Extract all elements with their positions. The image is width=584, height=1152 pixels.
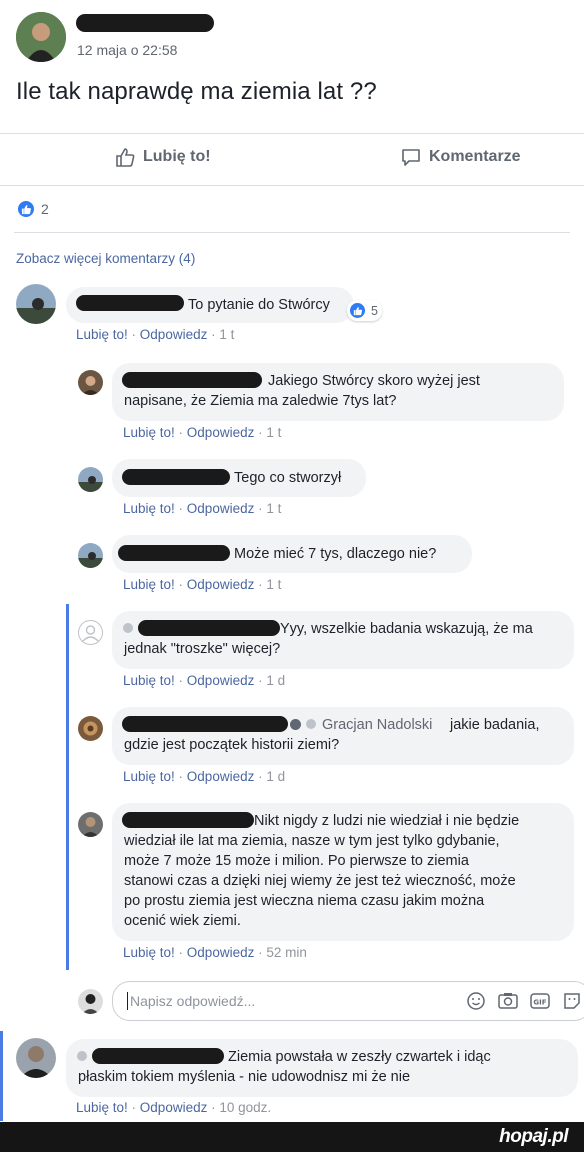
reply-time[interactable]: 1 d [266, 769, 285, 784]
post-text: Ile tak naprawdę ma ziemia lat ?? [16, 78, 377, 105]
reactions-count: 2 [41, 201, 49, 217]
reply-reply-link[interactable]: Odpowiedz [187, 769, 255, 784]
reply-actions: Lubię to! · Odpowiedz · 1 d [123, 673, 286, 688]
post-date[interactable]: 12 maja o 22:58 [77, 42, 177, 58]
reply-text: jakie badania, gdzie jest początek histo… [124, 717, 540, 753]
reply-input-placeholder: Napisz odpowiedź... [130, 993, 256, 1009]
reply-time[interactable]: 1 t [266, 577, 281, 592]
reply-reply-link[interactable]: Odpowiedz [187, 945, 255, 960]
reply-like-link[interactable]: Lubię to! [123, 945, 175, 960]
poster-name-redacted [76, 14, 214, 32]
reply-bubble: Nikt nigdy z ludzi nie wiedział i nie bę… [112, 803, 574, 941]
reactions-summary[interactable]: 2 [16, 199, 49, 219]
emoji-icon[interactable] [465, 990, 487, 1012]
post-divider-top [0, 133, 584, 134]
svg-text:GIF: GIF [533, 999, 546, 1007]
reply-like-link[interactable]: Lubię to! [123, 425, 175, 440]
reply-actions: Lubię to! · Odpowiedz · 52 min [123, 945, 307, 960]
current-user-avatar [78, 989, 103, 1014]
camera-icon[interactable] [497, 990, 519, 1012]
reply-reply-link[interactable]: Odpowiedz [187, 501, 255, 516]
comment-time[interactable]: 1 t [219, 327, 234, 342]
reply-reply-link[interactable]: Odpowiedz [187, 425, 255, 440]
comment-avatar[interactable] [16, 284, 56, 324]
comment-bubble: Ziemia powstała w zeszły czwartek i idąc… [66, 1039, 578, 1097]
thumbs-up-icon [114, 146, 136, 168]
watermark-bar: hopaj.pl [0, 1122, 584, 1152]
post-divider-actions [0, 185, 584, 186]
reply-actions: Lubię to! · Odpowiedz · 1 t [123, 501, 282, 516]
comment-text: Ziemia powstała w zeszły czwartek i idąc… [78, 1049, 491, 1085]
reply-like-link[interactable]: Lubię to! [123, 673, 175, 688]
reply-avatar[interactable] [78, 543, 103, 568]
see-more-comments-link[interactable]: Zobacz więcej komentarzy (4) [16, 251, 195, 266]
reply-text: Jakiego Stwórcy skoro wyżej jest napisan… [124, 373, 480, 409]
reply-like-link[interactable]: Lubię to! [123, 577, 175, 592]
reactions-divider [14, 232, 570, 233]
like-button[interactable]: Lubię to! [114, 146, 211, 168]
comment-actions: Lubię to! · Odpowiedz · 10 godz. [76, 1100, 272, 1115]
reply-avatar[interactable] [78, 467, 103, 492]
reply-bubble: Yyy, wszelkie badania wskazują, że ma je… [112, 611, 574, 669]
commenter-name-redacted [122, 469, 230, 485]
reply-like-link[interactable]: Lubię to! [123, 769, 175, 784]
reply-text: Yyy, wszelkie badania wskazują, że ma je… [124, 621, 533, 657]
reply-bubble: Tego co stworzył [112, 459, 366, 497]
reply-bubble: Jakiego Stwórcy skoro wyżej jest napisan… [112, 363, 564, 421]
gif-icon[interactable]: GIF [529, 990, 551, 1012]
reply-time[interactable]: 1 d [266, 673, 285, 688]
reply-time[interactable]: 1 t [266, 425, 281, 440]
new-comment-indicator [0, 1031, 3, 1121]
reply-bubble: Może mieć 7 tys, dlaczego nie? [112, 535, 472, 573]
sticker-icon[interactable] [561, 990, 583, 1012]
reply-reply-link[interactable]: Odpowiedz [187, 577, 255, 592]
comment-reaction-number: 5 [371, 303, 378, 318]
comment-reaction-count[interactable]: 5 [347, 300, 382, 321]
reply-input-tools: GIF [465, 990, 583, 1012]
reply-avatar[interactable] [78, 370, 103, 395]
reply-time[interactable]: 1 t [266, 501, 281, 516]
reply-reply-link[interactable]: Odpowiedz [187, 673, 255, 688]
text-cursor [127, 992, 128, 1010]
reply-time[interactable]: 52 min [266, 945, 307, 960]
commenter-name-redacted [76, 295, 184, 311]
reply-text: Może mieć 7 tys, dlaczego nie? [234, 546, 437, 562]
reply-text: Nikt nigdy z ludzi nie wiedział i nie bę… [124, 813, 520, 929]
reply-actions: Lubię to! · Odpowiedz · 1 t [123, 577, 282, 592]
comment-like-link[interactable]: Lubię to! [76, 1100, 128, 1115]
comment-like-link[interactable]: Lubię to! [76, 327, 128, 342]
comment-reply-link[interactable]: Odpowiedz [140, 327, 208, 342]
comment-time[interactable]: 10 godz. [219, 1100, 271, 1115]
reply-like-link[interactable]: Lubię to! [123, 501, 175, 516]
reply-avatar[interactable] [78, 620, 103, 645]
like-reaction-icon [348, 301, 367, 320]
watermark-logo: hopaj.pl [499, 1126, 568, 1147]
reply-thread-indicator [66, 604, 69, 970]
commenter-name-redacted [118, 545, 230, 561]
comment-button-label: Komentarze [429, 148, 521, 165]
like-button-label: Lubię to! [143, 148, 211, 165]
comment-avatar[interactable] [16, 1038, 56, 1078]
comment-actions: Lubię to! · Odpowiedz · 1 t [76, 327, 235, 342]
like-reaction-icon [16, 199, 36, 219]
comment-button[interactable]: Komentarze [400, 146, 521, 168]
reply-actions: Lubię to! · Odpowiedz · 1 d [123, 769, 286, 784]
reply-bubble: Gracjan Nadolski jakie badania, gdzie je… [112, 707, 574, 765]
reply-avatar[interactable] [78, 716, 103, 741]
comment-bubble: To pytanie do Stwórcy [66, 287, 354, 323]
reply-text: Tego co stworzył [234, 470, 342, 486]
poster-avatar[interactable] [16, 12, 66, 62]
comment-bubble-icon [400, 146, 422, 168]
reply-actions: Lubię to! · Odpowiedz · 1 t [123, 425, 282, 440]
comment-text: To pytanie do Stwórcy [188, 297, 330, 313]
reply-avatar[interactable] [78, 812, 103, 837]
comment-reply-link[interactable]: Odpowiedz [140, 1100, 208, 1115]
